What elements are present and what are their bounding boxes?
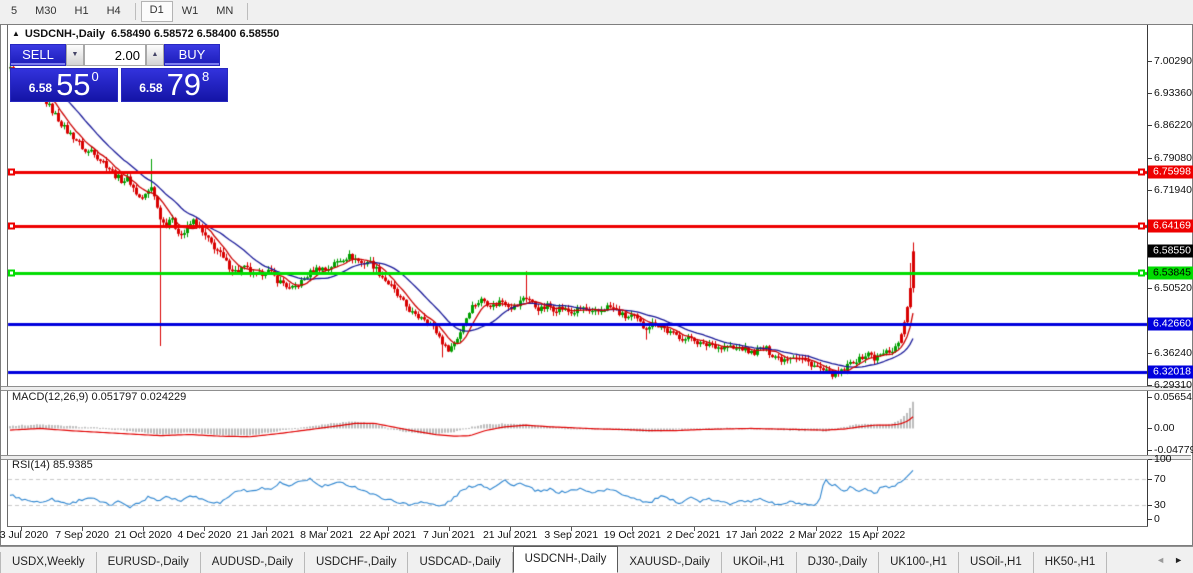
date-tick — [571, 527, 572, 531]
buy-price-main: 79 — [166, 67, 202, 102]
timeframe-button-d1[interactable]: D1 — [140, 1, 173, 22]
chart-tab-dj30-daily[interactable]: DJ30-,Daily — [797, 552, 880, 573]
chart-tab-usdx-weekly[interactable]: USDX,Weekly — [0, 552, 97, 573]
timeframe-toolbar: 5 M30 H1 H4 D1 W1 MN — [0, 0, 1193, 23]
line-handle[interactable] — [1138, 222, 1145, 230]
rsi-tick: 30 — [1148, 499, 1193, 511]
one-click-trade-panel: SELL ▼ ▲ BUY 6.58 55 0 6.58 79 8 — [10, 44, 228, 102]
date-tick — [327, 527, 328, 531]
price-badge-6.42660: 6.42660 — [1148, 317, 1193, 331]
volume-increase-button[interactable]: ▲ — [146, 44, 164, 66]
symbol-timeframe-label: USDCNH-,Daily — [24, 28, 105, 40]
sell-price-main: 55 — [56, 67, 91, 102]
ohlc-values: 6.58490 6.58572 6.58400 6.58550 — [111, 28, 280, 40]
buy-price-pipette: 8 — [202, 69, 210, 84]
date-tick — [449, 527, 450, 531]
chart-bottom-border — [7, 526, 1148, 527]
chart-tab-usoil-h1[interactable]: USOil-,H1 — [959, 552, 1034, 573]
chart-tab-hk50-h1[interactable]: HK50-,H1 — [1034, 552, 1108, 573]
price-tick: 6.79080 — [1148, 152, 1193, 164]
price-tick: 6.29310 — [1148, 379, 1193, 391]
date-tick — [143, 527, 144, 531]
timeframe-button-m30[interactable]: M30 — [26, 2, 65, 21]
toolbar-separator — [134, 3, 136, 20]
buy-price-tile[interactable]: 6.58 79 8 — [120, 67, 228, 102]
price-tick: 6.93360 — [1148, 87, 1193, 99]
line-handle[interactable] — [8, 168, 15, 176]
chart-tab-xauusd-daily[interactable]: XAUUSD-,Daily — [618, 552, 722, 573]
subwindow-collapse-icon[interactable]: ▲ — [12, 29, 20, 38]
date-tick — [816, 527, 817, 531]
chart-tab-usdcad-daily[interactable]: USDCAD-,Daily — [408, 552, 513, 573]
date-tick — [510, 527, 511, 531]
macd-tick: 0.00 — [1148, 422, 1193, 434]
macd-tick: 0.05654 — [1148, 391, 1193, 403]
date-tick — [266, 527, 267, 531]
price-tick: 6.86220 — [1148, 119, 1193, 131]
price-tick: 6.36240 — [1148, 347, 1193, 359]
volume-decrease-button[interactable]: ▼ — [66, 44, 84, 66]
price-badge-6.32018: 6.32018 — [1148, 365, 1193, 379]
line-handle[interactable] — [1138, 168, 1145, 176]
chart-tabs-bar: USDX,Weekly EURUSD-,Daily AUDUSD-,Daily USD… — [0, 546, 1193, 573]
price-badge-6.64169: 6.64169 — [1148, 219, 1193, 233]
tab-scroll-arrows: ◄ ► — [1156, 555, 1193, 565]
chart-tab-usdchf-daily[interactable]: USDCHF-,Daily — [305, 552, 409, 573]
price-chart-canvas[interactable] — [0, 40, 1147, 527]
volume-input[interactable] — [84, 44, 146, 66]
sell-button[interactable]: SELL — [10, 44, 66, 66]
tab-scroll-left-icon[interactable]: ◄ — [1156, 555, 1165, 565]
chart-title: ▲ USDCNH-,Daily 6.58490 6.58572 6.58400 6.… — [12, 28, 279, 40]
date-tick — [204, 527, 205, 531]
chart-tab-uk100-h1[interactable]: UK100-,H1 — [879, 552, 959, 573]
sell-price-pipette: 0 — [91, 69, 99, 84]
price-badge-6.58550: 6.58550 — [1148, 244, 1193, 258]
chart-tab-ukoil-h1[interactable]: UKOil-,H1 — [722, 552, 797, 573]
rsi-indicator-label: RSI(14) 85.9385 — [12, 459, 93, 471]
timeframe-button-h4[interactable]: H4 — [98, 2, 130, 21]
price-tick: 6.71940 — [1148, 184, 1193, 196]
price-badge-6.53845: 6.53845 — [1148, 266, 1193, 280]
price-tick: 7.00290 — [1148, 55, 1193, 67]
rsi-panel-splitter[interactable] — [1, 455, 1191, 460]
date-tick — [632, 527, 633, 531]
macd-indicator-label: MACD(12,26,9) 0.051797 0.024229 — [12, 391, 187, 403]
trade-controls-row: SELL ▼ ▲ BUY — [10, 44, 228, 66]
trading-platform-window: 5 M30 H1 H4 D1 W1 MN ▲ USDCNH-,Daily 6.58490 6.5… — [0, 0, 1193, 573]
price-tick: 6.50520 — [1148, 282, 1193, 294]
price-tiles-row: 6.58 55 0 6.58 79 8 — [10, 68, 228, 102]
sell-price-prefix: 6.58 — [28, 81, 53, 95]
date-tick — [694, 527, 695, 531]
timeframe-button-mn[interactable]: MN — [207, 2, 242, 21]
date-tick — [877, 527, 878, 531]
rsi-tick: 100 — [1148, 453, 1193, 465]
sell-price-tile[interactable]: 6.58 55 0 — [10, 68, 118, 102]
buy-price-prefix: 6.58 — [139, 81, 163, 95]
rsi-tick: 0 — [1148, 513, 1193, 525]
chart-tab-eurusd-daily[interactable]: EURUSD-,Daily — [97, 552, 201, 573]
price-badge-6.75998: 6.75998 — [1148, 165, 1193, 179]
line-handle[interactable] — [8, 222, 15, 230]
date-tick — [21, 527, 22, 531]
rsi-tick: 70 — [1148, 473, 1193, 485]
chart-tab-usdcnh-daily[interactable]: USDCNH-,Daily — [512, 546, 619, 573]
date-tick — [388, 527, 389, 531]
date-tick — [755, 527, 756, 531]
buy-button[interactable]: BUY — [164, 44, 220, 66]
timeframe-button-h1[interactable]: H1 — [66, 2, 98, 21]
timeframe-button-5[interactable]: 5 — [2, 2, 26, 21]
timeframe-button-w1[interactable]: W1 — [173, 2, 208, 21]
line-handle[interactable] — [1138, 269, 1145, 277]
line-handle[interactable] — [8, 269, 15, 277]
chart-tab-audusd-daily[interactable]: AUDUSD-,Daily — [201, 552, 305, 573]
date-axis-label: 23 Jul 2020 — [0, 529, 49, 541]
date-tick — [82, 527, 83, 531]
toolbar-separator — [247, 3, 249, 20]
tab-scroll-right-icon[interactable]: ► — [1174, 555, 1183, 565]
